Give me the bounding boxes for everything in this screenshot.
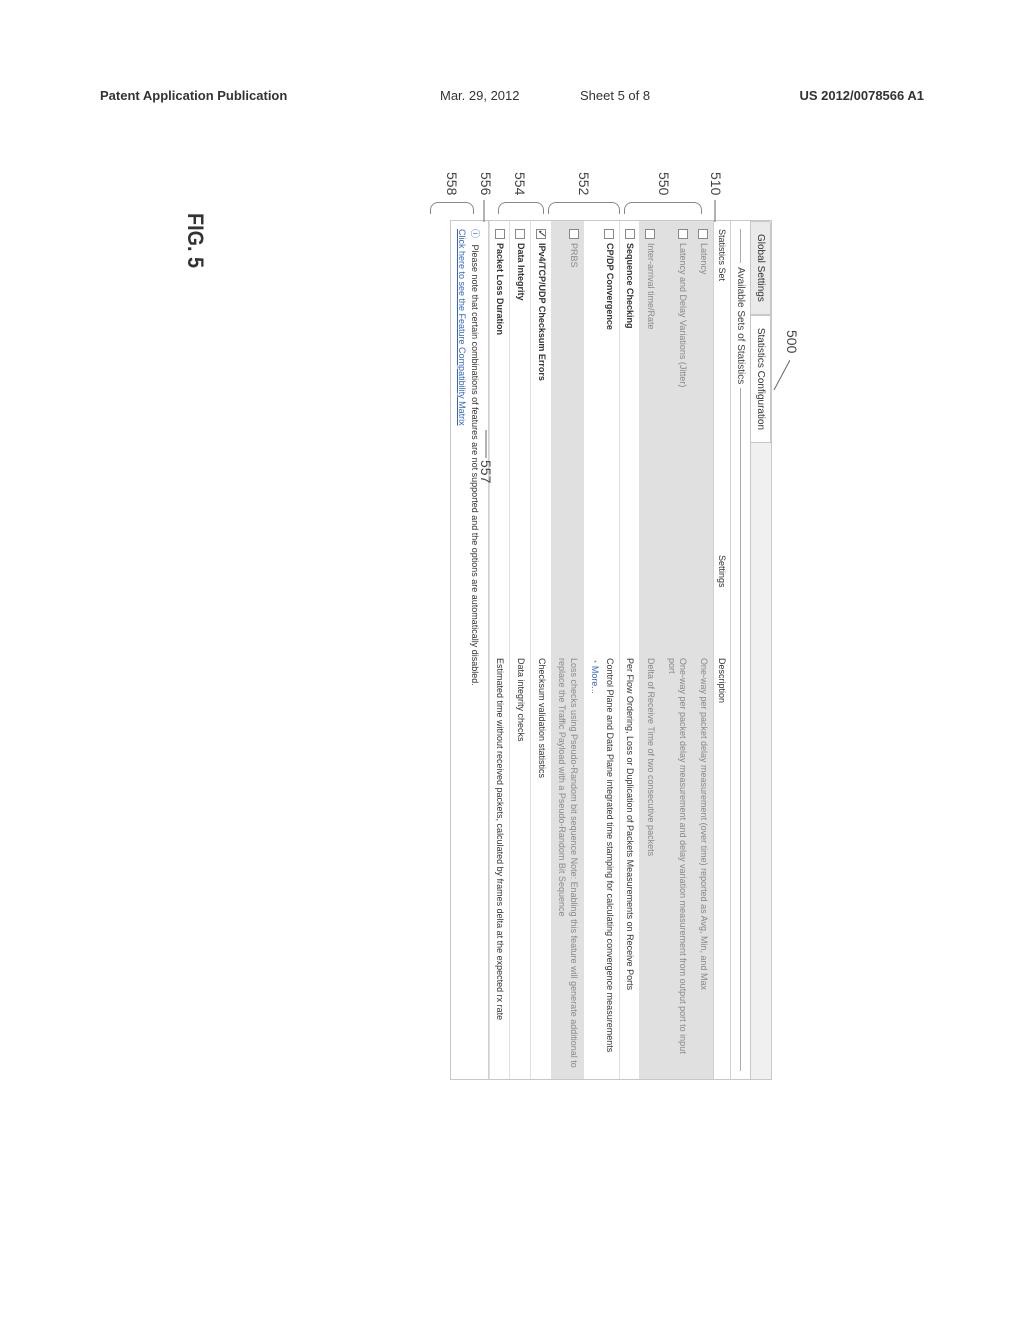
checkbox-sequence[interactable] (625, 229, 635, 239)
callout-550: 550 (656, 172, 672, 195)
row-description: Control Plane and Data Plane integrated … (584, 650, 619, 1079)
brace-554 (498, 202, 544, 214)
checkbox-packetloss[interactable] (495, 229, 505, 239)
row-name: PRBS (569, 243, 579, 268)
row-settings (584, 547, 619, 650)
checkbox-convergence[interactable] (604, 229, 614, 239)
patent-number: US 2012/0078566 A1 (799, 88, 924, 103)
checkbox-checksum[interactable] (536, 229, 546, 239)
table-row: Latency One-way per packet delay measurem… (693, 221, 714, 1079)
statistics-table: Statistics Set Settings Description Late… (489, 221, 731, 1079)
brace-558 (430, 202, 474, 214)
row-description: Checksum validation statistics (531, 650, 552, 1079)
table-row: IPv4/TCP/UDP Checksum Errors Checksum val… (531, 221, 552, 1079)
checkbox-prbs (569, 229, 579, 239)
checkbox-latency (698, 229, 708, 239)
tab-statistics-configuration[interactable]: Statistics Configuration (751, 315, 771, 443)
tab-global-settings[interactable]: Global Settings (751, 221, 771, 315)
row-description: Per Flow Ordering, Loss or Duplication o… (619, 650, 640, 1079)
row-settings (640, 547, 661, 650)
callout-554: 554 (512, 172, 528, 195)
callout-552: 552 (576, 172, 592, 195)
sheet-number: Sheet 5 of 8 (580, 88, 650, 103)
col-statistics-set: Statistics Set (714, 221, 731, 547)
row-settings (619, 547, 640, 650)
col-settings: Settings (714, 547, 731, 650)
statistics-config-window: Global Settings Statistics Configuration… (450, 220, 772, 1080)
row-name: Latency (699, 243, 709, 275)
row-description: Data integrity checks (510, 650, 531, 1079)
checkbox-interarrival (645, 229, 655, 239)
checkbox-jitter (678, 229, 688, 239)
row-description: Loss checks using Pseudo-Random bit sequ… (551, 650, 583, 1079)
compatibility-matrix-link[interactable]: Click here to see the Feature Compatibil… (457, 229, 467, 1071)
row-name: CP/DP Convergence (605, 243, 615, 330)
publication-label: Patent Application Publication (100, 88, 287, 103)
callout-500: 500 (784, 330, 800, 353)
row-name: Latency and Delay Variations (Jitter) (678, 243, 688, 387)
leader-500 (770, 360, 790, 400)
row-description: One-way per packet delay measurement and… (660, 650, 692, 1079)
row-name: Packet Loss Duration (495, 243, 505, 335)
figure-container: 500 Global Settings Statistics Configura… (252, 220, 772, 1100)
table-row: CP/DP Convergence Control Plane and Data … (584, 221, 619, 1079)
row-settings (489, 547, 510, 650)
row-description: One-way per packet delay measurement (ov… (693, 650, 714, 1079)
info-icon: ⓘ (470, 229, 480, 238)
table-row: PRBS Loss checks using Pseudo-Random bit … (551, 221, 583, 1079)
row-name: IPv4/TCP/UDP Checksum Errors (537, 243, 547, 381)
row-settings (660, 547, 692, 650)
fieldset-label: Available Sets of Statistics (731, 221, 750, 1079)
col-description: Description (714, 650, 731, 1079)
row-name: Data Integrity (516, 243, 526, 301)
row-settings (693, 547, 714, 650)
table-row: Sequence Checking Per Flow Ordering, Loss… (619, 221, 640, 1079)
callout-510: 510 (708, 172, 724, 195)
row-settings (551, 547, 583, 650)
table-row: Packet Loss Duration Estimated time witho… (489, 221, 510, 1079)
callout-558: 558 (444, 172, 460, 195)
brace-552 (548, 202, 620, 214)
callout-557: 557 (478, 460, 494, 483)
tab-bar: Global Settings Statistics Configuration (750, 221, 771, 1079)
table-row: Data Integrity Data integrity checks (510, 221, 531, 1079)
table-row: Inter-arrival time/Rate Delta of Receive … (640, 221, 661, 1079)
fieldset-text: Available Sets of Statistics (735, 267, 746, 384)
leader-556 (478, 200, 488, 224)
leader-557 (480, 430, 490, 460)
figure-label: FIG. 5 (182, 213, 208, 268)
callout-556: 556 (478, 172, 494, 195)
table-row: Latency and Delay Variations (Jitter) One… (660, 221, 692, 1079)
row-description: Delta of Receive Time of two consecutive… (640, 650, 661, 1079)
row-settings (510, 547, 531, 650)
leader-510 (708, 200, 720, 224)
publication-date: Mar. 29, 2012 (440, 88, 520, 103)
row-description: Estimated time without received packets,… (489, 650, 510, 1079)
more-link[interactable]: More... (588, 658, 600, 694)
row-name: Sequence Checking (625, 243, 635, 329)
row-name: Inter-arrival time/Rate (646, 243, 656, 330)
footer-note: ⓘ Please note that certain combinations … (451, 221, 489, 1079)
row-settings (531, 547, 552, 650)
brace-550 (624, 202, 702, 214)
checkbox-integrity[interactable] (516, 229, 526, 239)
